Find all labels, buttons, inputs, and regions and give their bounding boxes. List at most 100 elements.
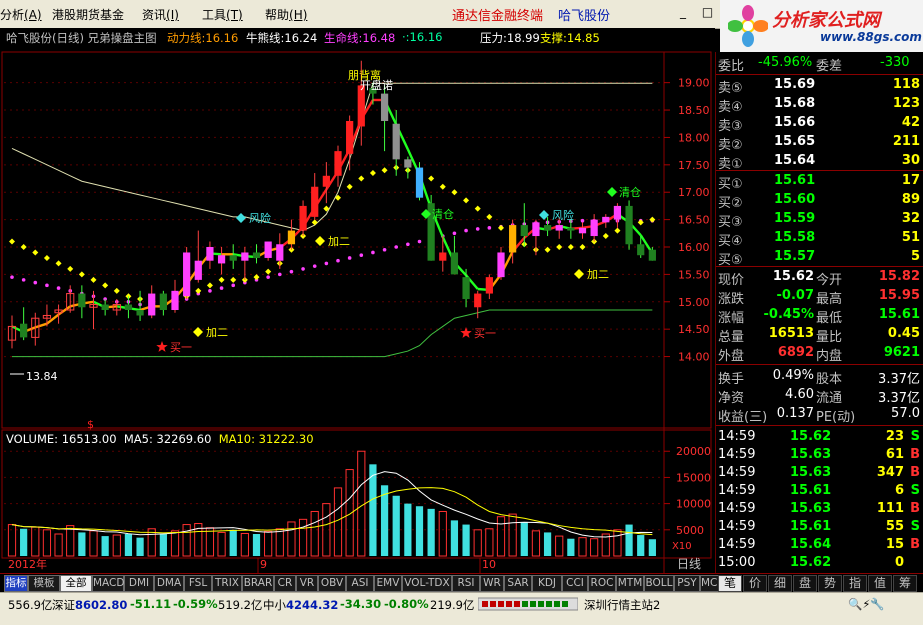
indicator-tab[interactable]: ROC [588,575,616,592]
indicator-support-label: 支撑: [540,31,567,45]
support-dot [90,276,97,283]
volume-bar [287,521,296,557]
indicator-tab[interactable]: SAR [504,575,532,592]
volume-tick-label: 20000 [676,445,711,458]
menu-help[interactable]: 帮助(H) [265,6,307,23]
indicator-tab[interactable]: MACD [92,575,124,592]
dollar-marker: $ [87,418,94,431]
tick-row[interactable]: 14:59 15.61 6 S [716,482,922,501]
zx-index[interactable]: 中小4244.32 [263,597,338,613]
candle-body [497,252,505,278]
indicator-tab[interactable]: BRAR [242,575,274,592]
candle-body [346,121,354,154]
support-dot [428,175,435,182]
sell-order-row[interactable]: 卖③ 15.66 42 [716,114,922,134]
indicator-tab[interactable]: WR [480,575,504,592]
buy-order-row[interactable]: 买① 15.61 17 [716,172,922,192]
quote-tab[interactable]: 盘 [793,575,817,592]
current-stock-name[interactable]: 哈飞股份 [558,5,610,24]
menu-analysis[interactable]: 分析(A) [0,6,42,23]
menu-hk-futures-funds[interactable]: 港股期货基金 [52,6,124,23]
candle-body [392,123,400,160]
quote-tab[interactable]: 势 [818,575,842,592]
life-line-dot [266,275,270,279]
support-dot [381,167,388,174]
tick-direction: B [910,447,920,462]
tick-row[interactable]: 14:59 15.63 111 B [716,500,922,519]
tick-time: 14:59 [718,483,756,498]
finance-value: 3.37亿 [878,391,920,406]
add-signal-diamond-icon [574,269,584,279]
indicator-tab[interactable]: VOL-TDX [402,575,452,592]
sell-order-row[interactable]: 卖⑤ 15.69 118 [716,76,922,96]
quote-tab[interactable]: 指 [843,575,867,592]
candle-body [322,175,330,187]
indicator-tab[interactable]: 全部 [60,575,92,592]
indicator-tab[interactable]: 模板 [28,575,60,592]
quote-tab[interactable]: 价 [743,575,767,592]
indicator-tab[interactable]: TRIX [212,575,242,592]
volume-bar [124,534,133,556]
candle-body [136,310,144,316]
indicator-tab[interactable]: 指标 [4,575,28,592]
buy-order-row[interactable]: 买④ 15.58 51 [716,229,922,249]
indicator-tab[interactable]: VR [296,575,318,592]
tick-row[interactable]: 14:59 15.63 61 B [716,446,922,465]
support-dot [20,244,27,250]
server-name[interactable]: 深圳行情主站2 [584,597,660,613]
volume-ma10-line [11,487,653,536]
indicator-tab[interactable]: BOLL [644,575,674,592]
wrench-icon[interactable]: 🔧 [870,597,884,611]
tick-volume: 61 [885,447,904,462]
tick-row[interactable]: 14:59 15.61 55 S [716,518,922,537]
sell-order-row[interactable]: 卖④ 15.68 123 [716,95,922,115]
support-dot [9,238,15,245]
tick-row[interactable]: 14:59 15.64 15 B [716,536,922,555]
site-logo: 分析家公式网 www.88gs.com [720,0,923,52]
quote-tab[interactable]: 值 [868,575,892,592]
volume-ma5-line [11,471,653,538]
tick-row[interactable]: 14:59 15.62 23 S [716,428,922,447]
sell-order-row[interactable]: 卖② 15.65 211 [716,133,922,153]
quote-tab[interactable]: 笔 [718,575,742,592]
menu-tools[interactable]: 工具(T) [202,6,243,23]
sz-index[interactable]: 深证8602.80 [52,597,127,613]
stat-value: -0.45% [763,307,815,322]
kline-chart[interactable]: 19.00 18.50 18.00 17.50 17.00 16.50 16.00 15.50… [0,28,715,573]
sell-volume: 211 [892,134,920,149]
indicator-tab[interactable]: CCI [562,575,588,592]
sell-order-row[interactable]: 卖① 15.64 30 [716,152,922,172]
tick-volume: 55 [885,519,904,534]
chart-area[interactable]: 19.00 18.50 18.00 17.50 17.00 16.50 16.00 15.50… [0,28,715,573]
buy-order-row[interactable]: 买③ 15.59 32 [716,210,922,230]
buy-order-row[interactable]: 买⑤ 15.57 5 [716,248,922,268]
buy-signal-label: 买一 [170,341,192,354]
menu-info[interactable]: 资讯(I) [142,6,179,23]
candle-body [637,244,645,256]
price-tick-label: 16.50 [678,214,710,227]
indicator-support-value: 14.85 [566,31,600,45]
buy-order-row[interactable]: 买② 15.60 89 [716,191,922,211]
search-icon[interactable]: 🔍 [848,597,862,611]
app-title: 通达信金融终端 [452,9,544,24]
indicator-tab[interactable]: MTM [616,575,644,592]
tick-row[interactable]: 14:59 15.63 347 B [716,464,922,483]
indicator-tab[interactable]: ASI [346,575,374,592]
volume-bar [438,510,447,557]
quote-tab[interactable]: 筹 [893,575,917,592]
indicator-tab[interactable]: EMV [374,575,402,592]
indicator-tab[interactable]: OBV [318,575,346,592]
price-tick-label: 18.50 [678,104,710,117]
indicator-tab[interactable]: FSL [184,575,212,592]
indicator-tab[interactable]: KDJ [532,575,562,592]
tick-row[interactable]: 15:00 15.62 0 [716,554,922,573]
indicator-tab[interactable]: PSY [674,575,700,592]
volume-bar [531,530,541,557]
indicator-tab[interactable]: DMI [124,575,154,592]
quote-tab[interactable]: 细 [768,575,792,592]
indicator-tab[interactable]: CR [274,575,296,592]
sell-price: 15.65 [774,134,816,149]
indicator-tab[interactable]: DMA [154,575,184,592]
support-dot [486,213,493,220]
indicator-tab[interactable]: RSI [452,575,480,592]
